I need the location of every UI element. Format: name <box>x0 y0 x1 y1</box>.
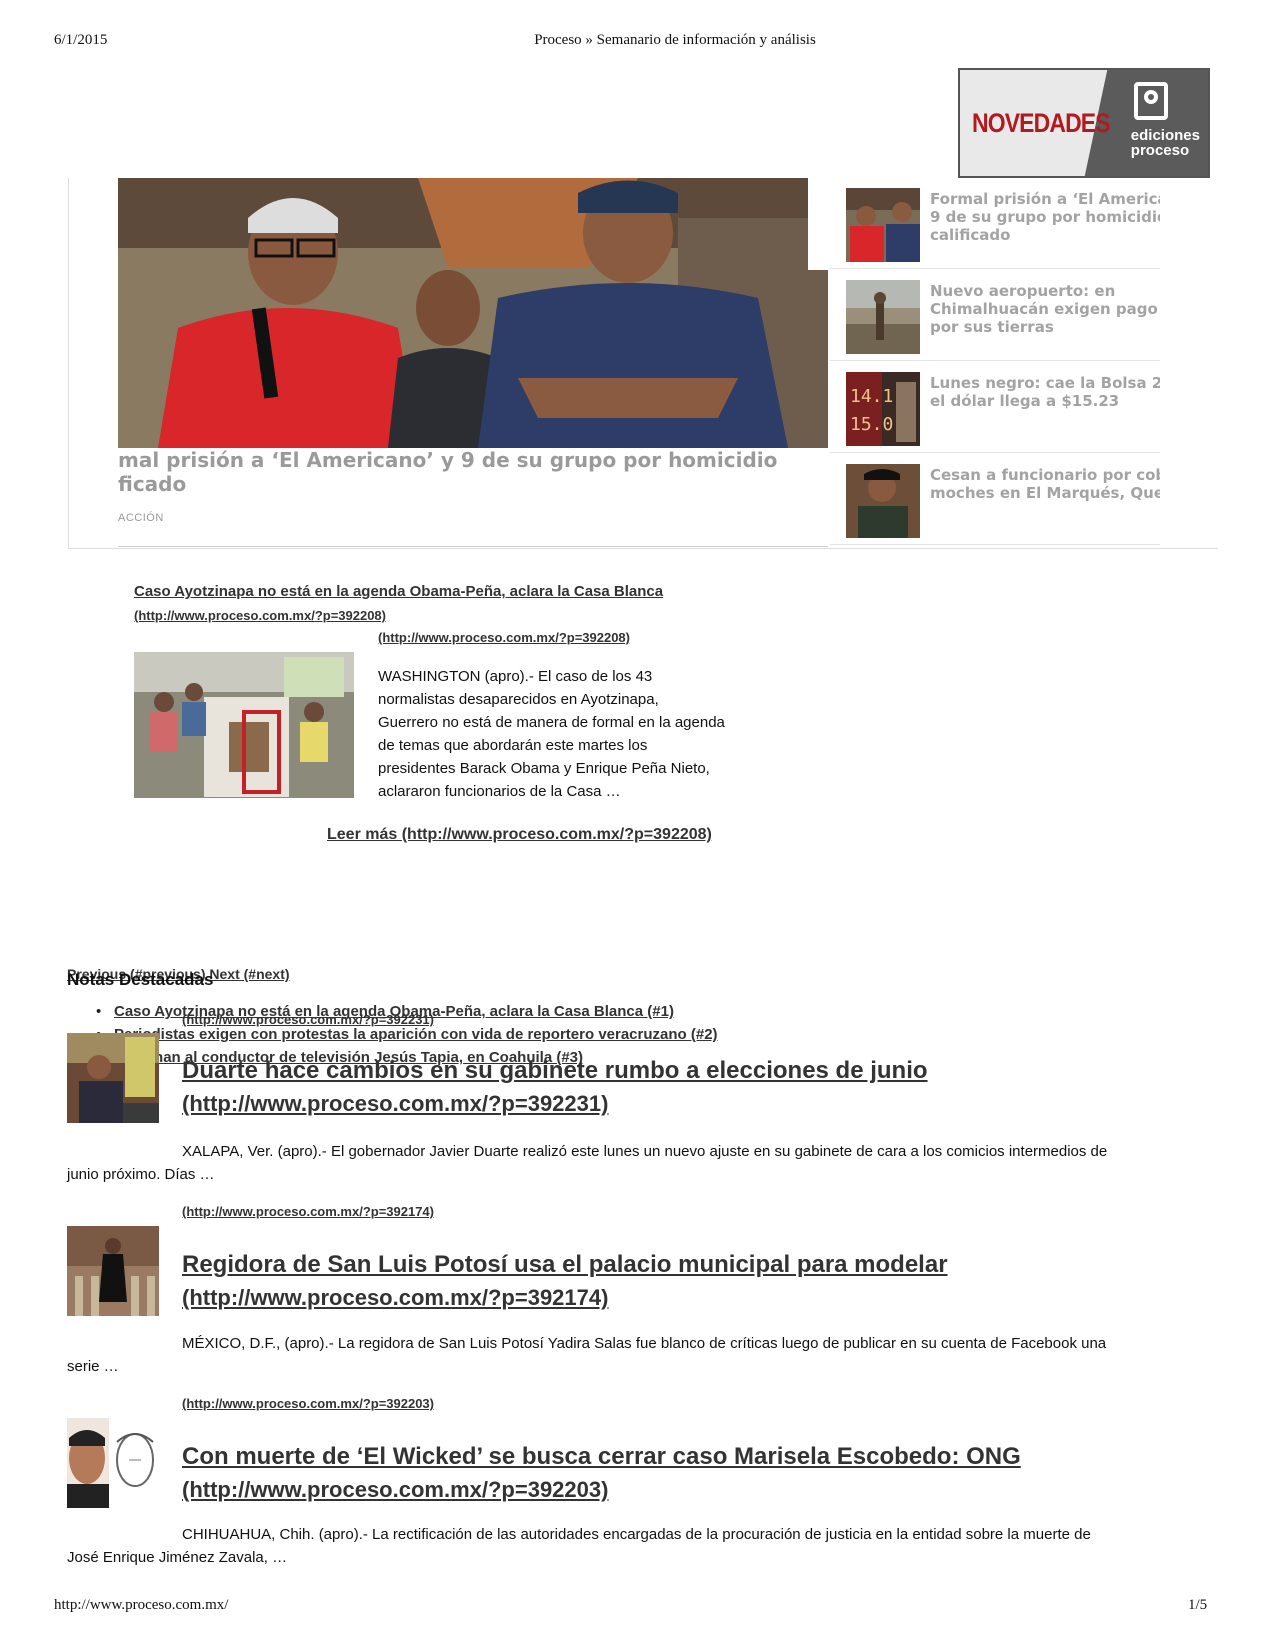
slider-item-thumbnail: 14.1 15.0 <box>846 372 920 446</box>
story-thumbnail[interactable] <box>67 1033 159 1123</box>
banner-novedades-text: NOVEDADES <box>972 108 1111 138</box>
story-excerpt-line2: junio próximo. Días … <box>67 1166 215 1183</box>
story-url-link[interactable]: (http://www.proceso.com.mx/?p=392174) <box>182 1281 608 1314</box>
featured-title-link[interactable]: Caso Ayotzinapa no está en la agenda Oba… <box>134 583 663 600</box>
novedades-banner[interactable]: NOVEDADES ediciones proceso <box>958 68 1210 178</box>
svg-text:14.1: 14.1 <box>850 386 893 407</box>
slider-item-title: Nuevo aeropuerto: en Chimalhuacán exigen … <box>930 282 1160 336</box>
svg-text:15.0: 15.0 <box>850 414 893 435</box>
story-url-link[interactable]: (http://www.proceso.com.mx/?p=392231) <box>182 1087 608 1120</box>
story-title-link[interactable]: Duarte hace cambios en su gabinete rumbo… <box>182 1054 928 1087</box>
story-excerpt-line1: MÉXICO, D.F., (apro).- La regidora de Sa… <box>182 1335 1107 1352</box>
proceso-logo-icon <box>1134 82 1168 120</box>
hero-image[interactable] <box>118 178 828 448</box>
slider-item-title: Lunes negro: cae la Bolsa 2.4 el dólar ll… <box>930 374 1160 410</box>
story-pre-url[interactable]: (http://www.proceso.com.mx/?p=392174) <box>182 1204 434 1219</box>
slider-item[interactable]: Cesan a funcionario por cobr moches en El… <box>830 454 1160 545</box>
print-page-title: Proceso » Semanario de información y aná… <box>534 32 816 48</box>
hero-category: ACCIÓN <box>118 512 164 524</box>
slider-item[interactable]: Formal prisión a ‘El Americar 9 de su gru… <box>830 178 1160 269</box>
story-pre-url[interactable]: (http://www.proceso.com.mx/?p=392231) <box>182 1012 434 1027</box>
story-excerpt-line2: José Enrique Jiménez Zavala, … <box>67 1549 288 1566</box>
featured-image-url-link[interactable]: (http://www.proceso.com.mx/?p=392208) <box>378 630 630 645</box>
notas-destacadas-heading: Notas Destacadas <box>67 970 214 989</box>
slider-item-thumbnail <box>846 464 920 538</box>
story-title-link[interactable]: Con muerte de ‘El Wicked’ se busca cerra… <box>182 1440 1021 1473</box>
read-more-link[interactable]: Leer más (http://www.proceso.com.mx/?p=3… <box>327 826 712 844</box>
slider-item-title: Formal prisión a ‘El Americar 9 de su gru… <box>930 190 1160 244</box>
slider-item-thumbnail <box>846 280 920 354</box>
story-thumbnail[interactable] <box>67 1226 159 1316</box>
story-excerpt-line1: CHIHUAHUA, Chih. (apro).- La rectificaci… <box>182 1526 1091 1543</box>
banner-ediciones-text: ediciones proceso <box>1130 127 1200 159</box>
story-excerpt-line1: XALAPA, Ver. (apro).- El gobernador Javi… <box>182 1143 1108 1160</box>
slider-item[interactable]: Nuevo aeropuerto: en Chimalhuacán exigen … <box>830 270 1160 361</box>
featured-excerpt: WASHINGTON (apro).- El caso de los 43 no… <box>378 668 725 800</box>
hero-title[interactable]: mal prisión a ‘El Americano’ y 9 de su g… <box>118 448 818 496</box>
slider-item-thumbnail <box>846 188 920 262</box>
slider-item[interactable]: 14.1 15.0 Lunes negro: cae la Bolsa 2.4 el… <box>830 362 1160 453</box>
story-excerpt-line2: serie … <box>67 1358 119 1375</box>
print-footer-url: http://www.proceso.com.mx/ <box>54 1597 229 1613</box>
story-thumbnail[interactable] <box>67 1418 159 1508</box>
story-title-link[interactable]: Regidora de San Luis Potosí usa el palac… <box>182 1248 948 1281</box>
story-url-link[interactable]: (http://www.proceso.com.mx/?p=392203) <box>182 1473 608 1506</box>
next-link[interactable]: Next (#next) <box>209 966 289 982</box>
story-pre-url[interactable]: (http://www.proceso.com.mx/?p=392203) <box>182 1396 434 1411</box>
slider-item-title: Cesan a funcionario por cobr moches en El… <box>930 466 1160 502</box>
featured-image[interactable] <box>134 652 354 798</box>
featured-url-link[interactable]: (http://www.proceso.com.mx/?p=392208) <box>134 608 386 623</box>
print-page-number: 1/5 <box>1188 1597 1208 1613</box>
